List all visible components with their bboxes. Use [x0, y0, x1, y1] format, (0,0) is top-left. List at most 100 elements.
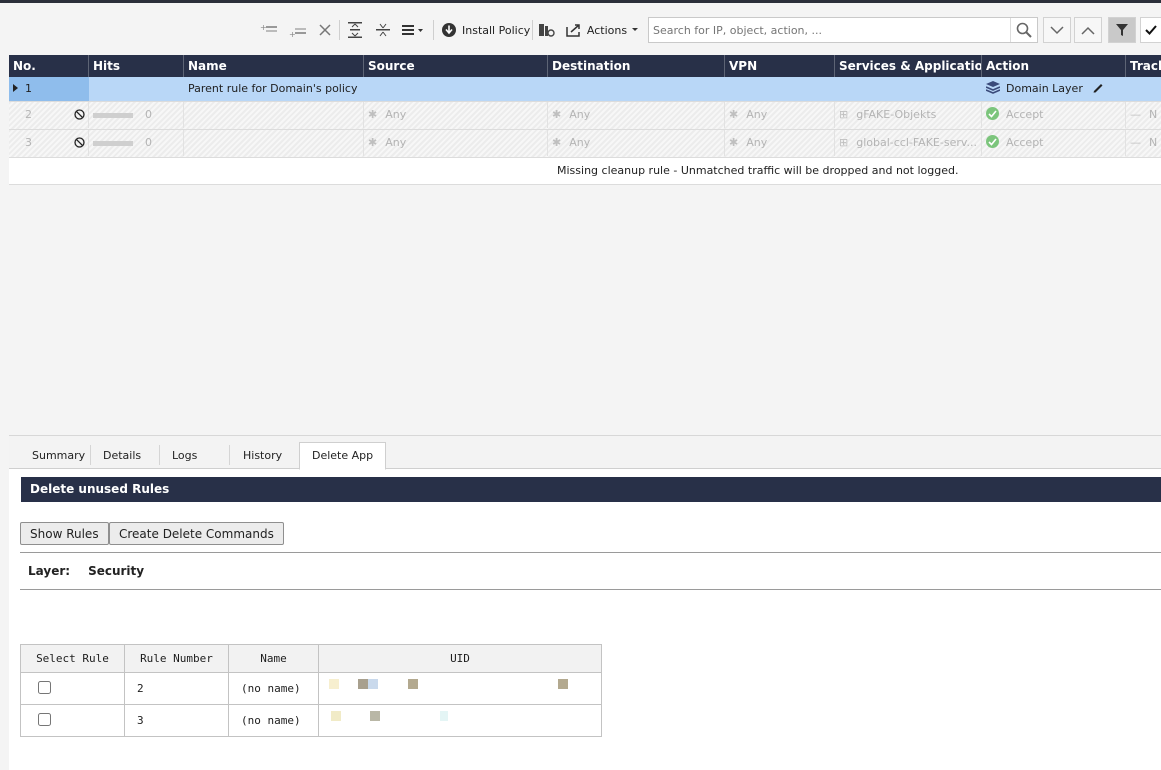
previous-match-button[interactable] [1074, 17, 1102, 43]
column-header-select-rule: Select Rule [20, 644, 125, 673]
rule-name-cell: (no name) [228, 704, 319, 737]
rule-action-cell: Accept [982, 130, 1126, 156]
tab-summary[interactable]: Summary [20, 444, 97, 467]
toolbar-separator [339, 20, 340, 40]
redacted-pixel [368, 679, 378, 689]
details-panel: Summary Details Logs History Delete App … [9, 435, 1161, 770]
rule-number-cell: 1 [9, 77, 89, 101]
rule-number: 2 [25, 108, 32, 121]
redacted-pixel [558, 679, 568, 689]
tab-logs[interactable]: Logs [160, 444, 209, 467]
rule-track: N [1149, 108, 1158, 121]
policy-tools-button[interactable] [534, 16, 558, 44]
rule-hits-cell: 0 [89, 102, 184, 128]
tab-details[interactable]: Details [91, 444, 153, 467]
rule-hits: 0 [145, 136, 152, 149]
rule-hits-cell: 0 [89, 130, 184, 156]
uid-cell-redacted [318, 704, 602, 737]
rule-name: Parent rule for Domain's policy [188, 82, 358, 95]
column-header-action[interactable]: Action [982, 55, 1126, 77]
filter-button[interactable] [1108, 17, 1136, 43]
layer-info: Layer: Security [28, 564, 144, 578]
column-header-name: Name [228, 644, 319, 673]
rule-destination-cell: ✱ Any [548, 102, 725, 128]
actions-menu-button[interactable]: Actions [561, 16, 639, 44]
options-checkbox[interactable] [1140, 17, 1161, 43]
rule-number-cell: 2 [9, 102, 89, 128]
select-rule-checkbox[interactable] [38, 712, 51, 726]
rulebase-header: No. Hits Name Source Destination VPN Ser… [9, 55, 1161, 77]
rule-row-3[interactable]: 3 0 ✱ Any ✱ Any ✱ Any ⊞ global-ccl-FAKE-serv… [9, 130, 1161, 158]
next-match-button[interactable] [1043, 17, 1071, 43]
search-input[interactable] [649, 18, 1012, 42]
layers-icon [985, 81, 1001, 94]
checkmark-icon [1145, 25, 1157, 35]
add-rule-above-button[interactable]: + [255, 16, 283, 44]
any-asterisk-icon: ✱ [368, 136, 378, 149]
tab-separator [229, 445, 230, 465]
column-header-name[interactable]: Name [184, 55, 364, 77]
rule-source-cell: ✱ Any [364, 130, 548, 156]
redacted-pixel [358, 679, 368, 689]
column-header-vpn[interactable]: VPN [725, 55, 835, 77]
expand-arrow-icon[interactable] [13, 84, 19, 92]
chevron-up-icon [1081, 26, 1095, 35]
chevron-down-icon [632, 28, 639, 31]
redacted-pixel [440, 711, 448, 721]
install-policy-button[interactable]: Install Policy [437, 16, 531, 44]
select-cell [20, 672, 125, 705]
toolbar-separator [433, 20, 434, 40]
accept-icon [986, 135, 999, 148]
hamburger-menu-icon [402, 25, 423, 35]
actions-label: Actions [586, 23, 628, 37]
column-header-no[interactable]: No. [9, 55, 89, 77]
rule-track-cell: — N [1126, 102, 1161, 128]
rule-number-cell: 3 [124, 704, 229, 737]
rule-services: global-ccl-FAKE-serv... [856, 136, 977, 149]
add-rule-below-button[interactable]: + [284, 16, 312, 44]
tab-history[interactable]: History [231, 444, 294, 467]
column-header-source[interactable]: Source [364, 55, 548, 77]
redacted-pixel [370, 711, 380, 721]
column-header-hits[interactable]: Hits [89, 55, 184, 77]
any-asterisk-icon: ✱ [729, 136, 739, 149]
show-rules-button[interactable]: Show Rules [20, 522, 109, 545]
edit-pencil-icon[interactable] [1092, 81, 1104, 93]
delete-rule-button[interactable] [312, 16, 338, 44]
column-header-uid: UID [318, 644, 602, 673]
rule-destination: Any [569, 108, 591, 121]
rule-row-1[interactable]: 1 Parent rule for Domain's policy Domain… [9, 77, 1161, 102]
column-header-track[interactable]: Track [1126, 55, 1161, 77]
tab-delete-app[interactable]: Delete App [299, 442, 387, 470]
policy-package-icon [539, 24, 555, 37]
column-header-destination[interactable]: Destination [548, 55, 725, 77]
hits-bar [93, 112, 133, 118]
rule-services-cell: ⊞ gFAKE-Objekts [835, 102, 982, 128]
svg-text:+: + [260, 23, 267, 32]
expand-all-button[interactable] [341, 16, 368, 44]
rule-action-label: Accept [1006, 136, 1044, 149]
select-rule-checkbox[interactable] [38, 680, 51, 694]
view-menu-button[interactable] [397, 16, 429, 44]
search-box [648, 17, 1038, 43]
chevron-down-icon [1050, 25, 1064, 34]
rule-row-2[interactable]: 2 0 ✱ Any ✱ Any ✱ Any ⊞ gFAKE-Objekts Accept… [9, 102, 1161, 130]
column-header-rule-number: Rule Number [124, 644, 229, 673]
rule-hits: 0 [145, 108, 152, 121]
any-asterisk-icon: ✱ [552, 136, 562, 149]
collapse-all-button[interactable] [369, 16, 396, 44]
search-button[interactable] [1010, 18, 1037, 42]
column-header-services[interactable]: Services & Applications [835, 55, 982, 77]
rule-destination-cell: ✱ Any [548, 130, 725, 156]
cleanup-warning-text: Missing cleanup rule - Unmatched traffic… [557, 164, 959, 177]
policy-toolbar: + + Install Policy Actions [255, 16, 1161, 44]
create-delete-commands-button[interactable]: Create Delete Commands [109, 522, 284, 545]
rulebase-table: No. Hits Name Source Destination VPN Ser… [9, 55, 1161, 185]
redacted-pixel [408, 679, 418, 689]
any-asterisk-icon: ✱ [368, 108, 378, 121]
rule-number-cell: 3 [9, 130, 89, 156]
layer-label: Layer: [28, 564, 71, 578]
delete-rules-table: Select Rule Rule Number Name UID 2 (no n… [20, 644, 602, 737]
redacted-pixel [329, 679, 339, 689]
bottom-tabs: Summary Details Logs History Delete App [9, 436, 1161, 470]
